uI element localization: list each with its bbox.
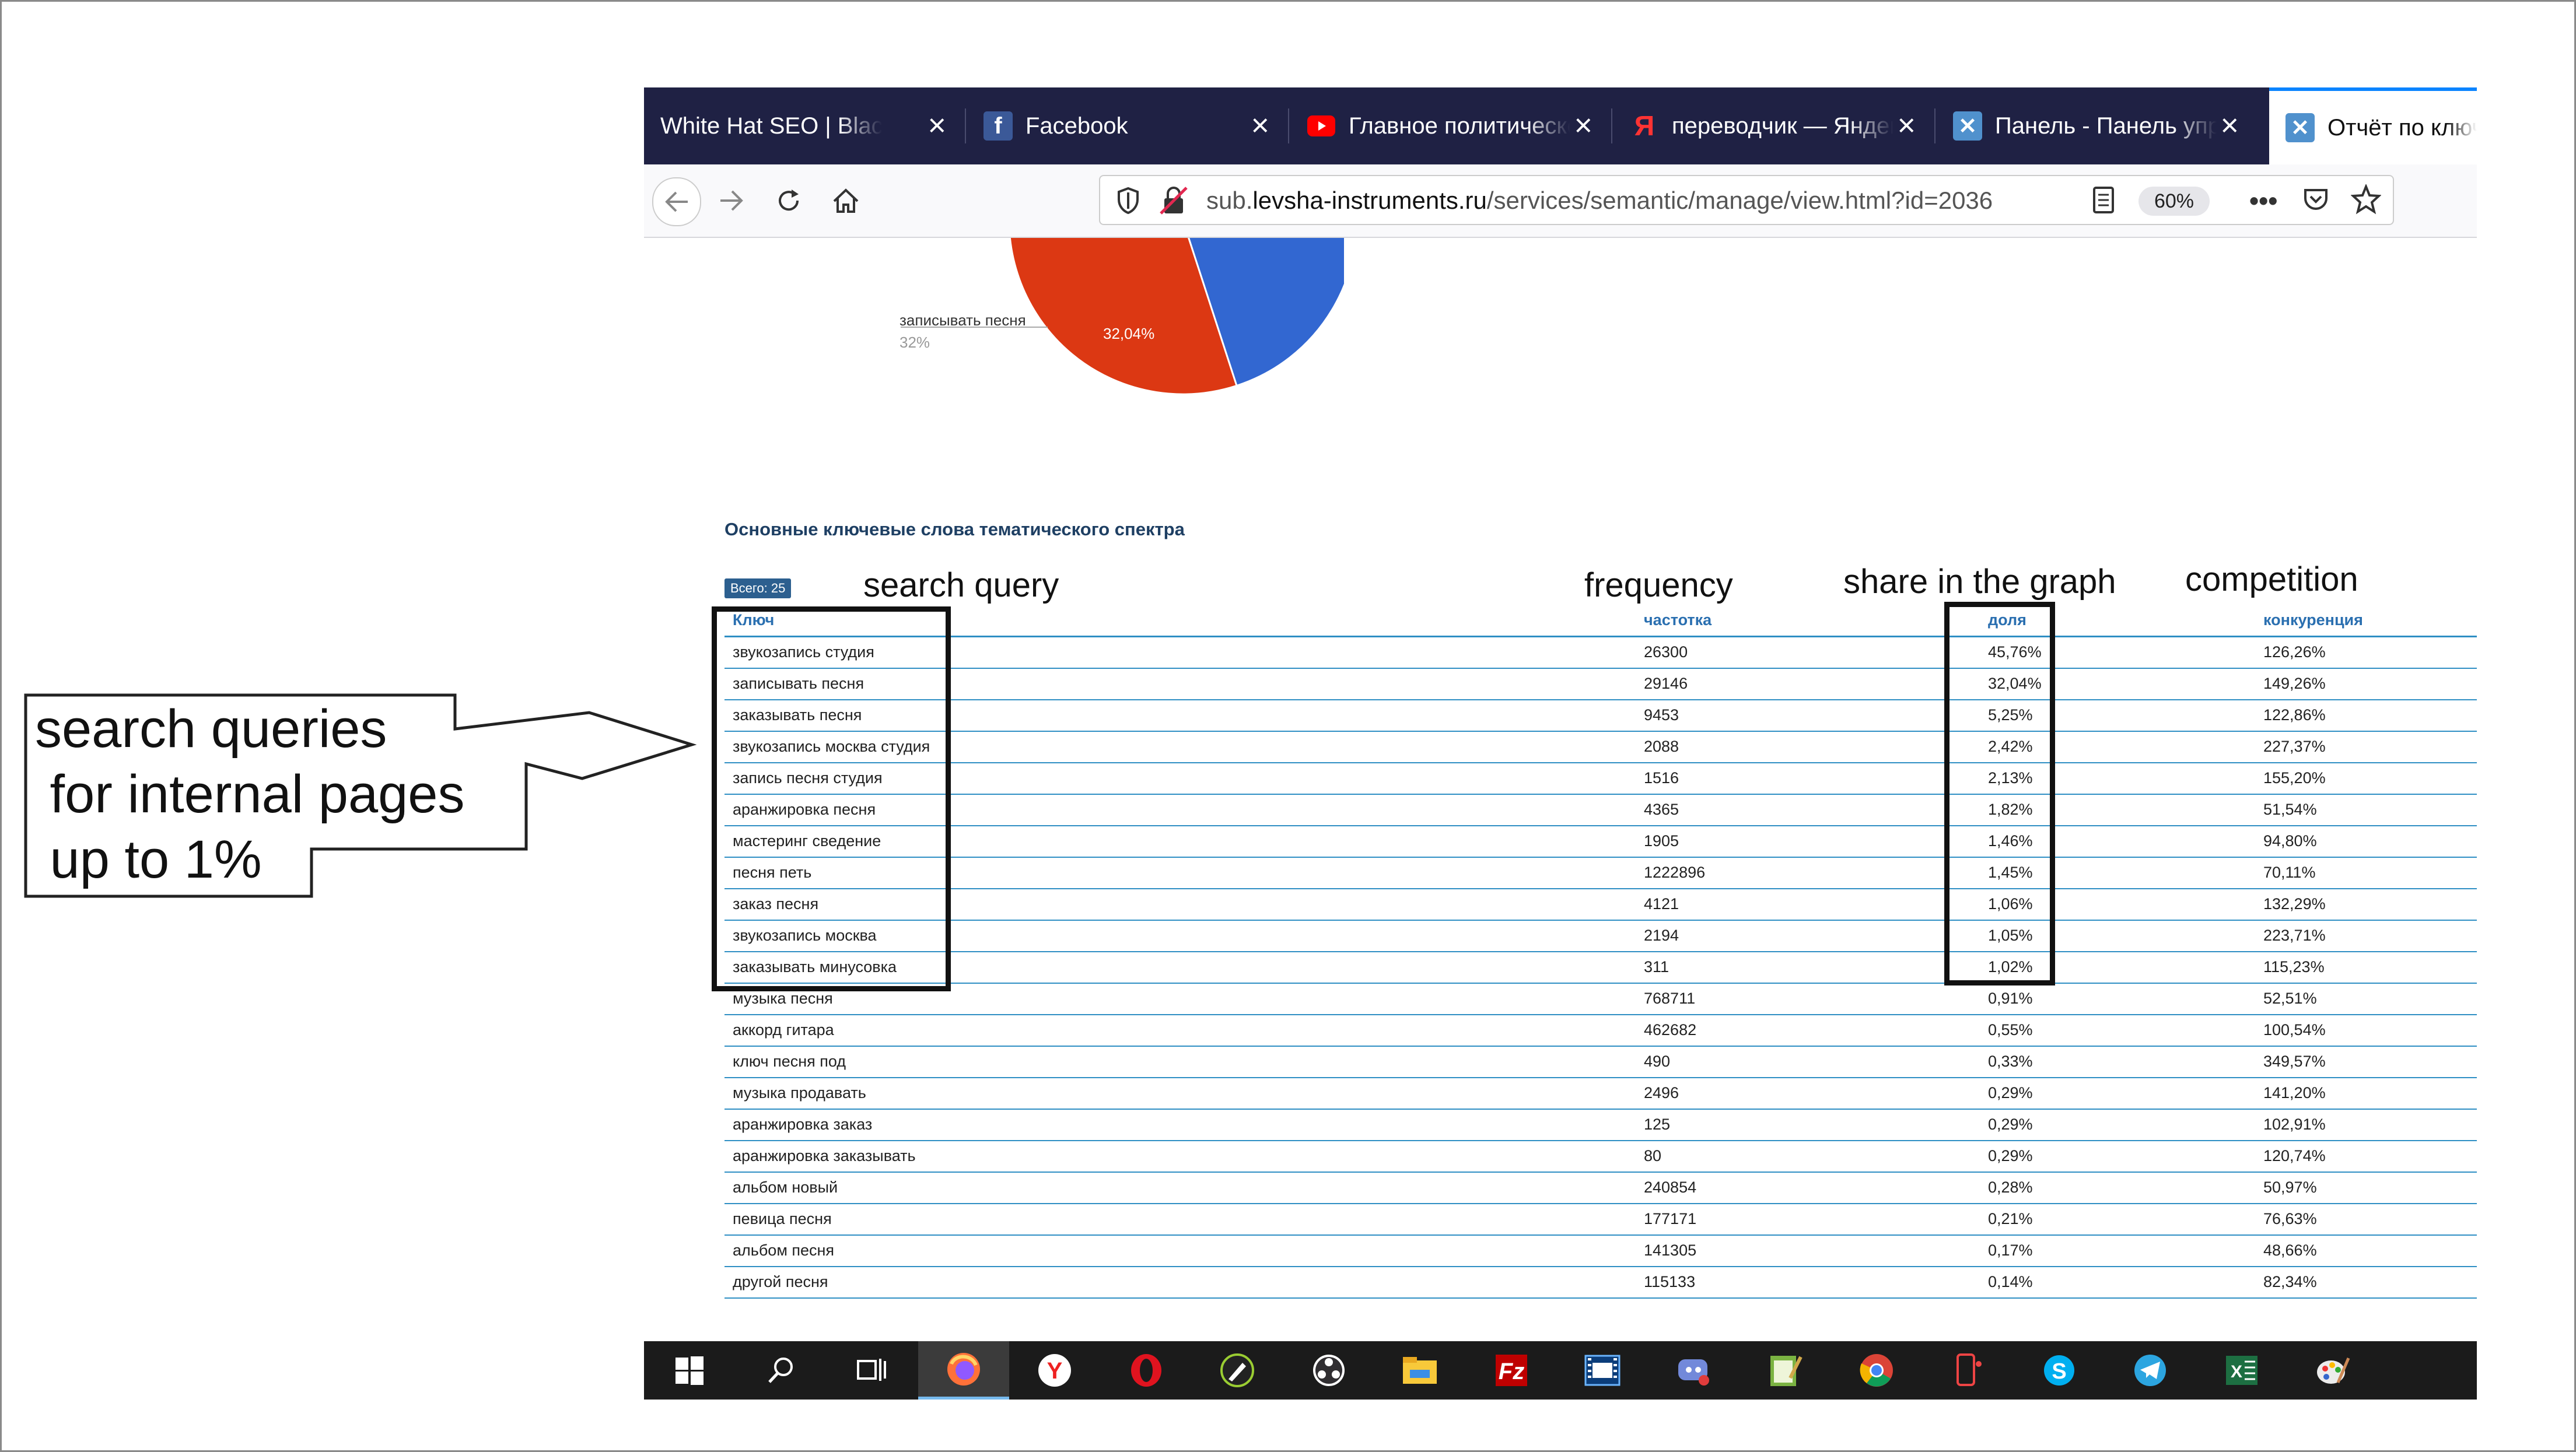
callout-text-line-2: for internal pages bbox=[35, 764, 465, 824]
callout-text-line-1: search queries bbox=[35, 699, 387, 759]
callout-text-line-3: up to 1% bbox=[35, 830, 262, 889]
